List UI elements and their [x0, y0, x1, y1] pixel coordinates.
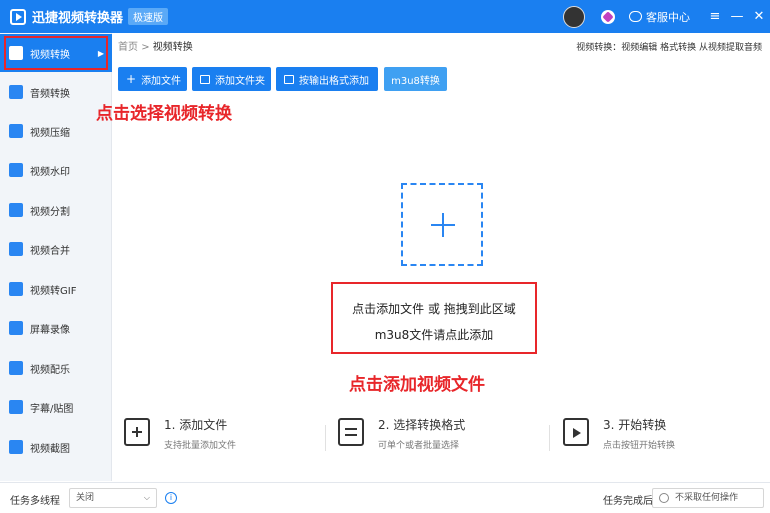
audio-convert-icon	[9, 85, 23, 99]
minimize-button[interactable]: —	[726, 0, 748, 33]
breadcrumb-current: 视频转换	[152, 42, 193, 53]
plus-icon: +	[126, 72, 137, 86]
multithread-label: 任务多线程	[10, 496, 60, 507]
sidebar-item-label: 视频截图	[30, 443, 70, 455]
sidebar-item-label: 视频水印	[30, 166, 70, 178]
clock-icon	[659, 493, 669, 503]
highlight-box-sidebar	[4, 36, 108, 70]
annotation-add-video: 点击添加视频文件	[349, 375, 485, 395]
sidebar-item-label: 屏幕录像	[30, 324, 70, 336]
music-icon	[9, 361, 23, 375]
edition-badge: 极速版	[128, 8, 169, 25]
app-logo-icon	[10, 8, 26, 25]
status-bar: 任务多线程 关闭 ⌵ i 任务完成后 不采取任何操作	[0, 482, 770, 513]
breadcrumb-home[interactable]: 首页	[118, 42, 138, 53]
watermark-icon	[9, 163, 23, 177]
screen-record-icon	[9, 321, 23, 335]
sidebar-item-label: 字幕/贴图	[30, 403, 74, 415]
sidebar-item-music[interactable]: 视频配乐	[0, 349, 112, 387]
drop-hint-line1[interactable]: 点击添加文件 或 拖拽到此区域	[331, 300, 537, 317]
sidebar-item-label: 视频转GIF	[30, 285, 77, 297]
customer-service-link[interactable]: 客服中心	[646, 9, 690, 25]
plus-icon-vertical	[442, 213, 444, 237]
split-icon	[9, 203, 23, 217]
breadcrumb-separator: >	[141, 42, 150, 53]
highlight-box-hint	[331, 282, 537, 354]
folder-icon	[200, 74, 210, 84]
add-folder-label: 添加文件夹	[215, 75, 265, 87]
chevron-down-icon: ⌵	[143, 493, 150, 502]
convert-step-icon	[563, 418, 589, 446]
title-bar: 迅捷视频转换器 极速版 客服中心 ≡ — ✕	[0, 0, 770, 33]
m3u8-convert-label: m3u8转换	[391, 75, 440, 87]
multithread-value: 关闭	[76, 493, 95, 503]
add-file-step-icon	[124, 418, 150, 446]
avatar[interactable]	[563, 5, 585, 28]
sidebar-item-watermark[interactable]: 视频水印	[0, 151, 112, 189]
add-by-format-button[interactable]: 按输出格式添加	[276, 67, 378, 91]
sidebar-item-label: 音频转换	[30, 88, 70, 100]
divider	[549, 425, 550, 451]
sidebar-item-split[interactable]: 视频分割	[0, 191, 112, 229]
add-folder-button[interactable]: 添加文件夹	[192, 67, 271, 91]
add-file-button[interactable]: + 添加文件	[118, 67, 187, 91]
sidebar-item-label: 视频合并	[30, 245, 70, 257]
sidebar-item-screen-record[interactable]: 屏幕录像	[0, 309, 112, 347]
step-desc: 支持批量添加文件	[164, 441, 237, 451]
on-complete-select[interactable]: 不采取任何操作	[652, 488, 764, 508]
format-step-icon	[338, 418, 364, 446]
step-title: 1. 添加文件	[164, 418, 228, 432]
step-title: 2. 选择转换格式	[378, 418, 466, 432]
subtitle-icon	[9, 400, 23, 414]
sidebar-item-screenshot[interactable]: 视频截图	[0, 428, 112, 466]
vip-icon[interactable]	[601, 9, 615, 24]
drop-hint-line2[interactable]: m3u8文件请点此添加	[331, 326, 537, 343]
info-icon[interactable]: i	[165, 492, 177, 504]
app-title: 迅捷视频转换器	[32, 11, 124, 26]
annotation-select-convert: 点击选择视频转换	[96, 104, 232, 124]
merge-icon	[9, 242, 23, 256]
sidebar-item-label: 视频分割	[30, 206, 70, 218]
drop-zone[interactable]	[401, 183, 483, 266]
sidebar-item-gif[interactable]: 视频转GIF	[0, 270, 112, 308]
chat-bubble-icon[interactable]	[629, 11, 642, 22]
list-icon	[284, 74, 294, 84]
breadcrumb: 首页 > 视频转换	[118, 38, 193, 53]
divider	[325, 425, 326, 451]
step-title: 3. 开始转换	[603, 418, 667, 432]
on-complete-label: 任务完成后	[603, 496, 653, 507]
feature-links[interactable]: 视频转换：视频编辑 格式转换 从视频提取音频	[576, 40, 762, 53]
menu-button[interactable]: ≡	[704, 0, 726, 33]
on-complete-value: 不采取任何操作	[675, 493, 739, 503]
step-desc: 点击按钮开始转换	[603, 441, 676, 451]
sidebar-item-subtitle[interactable]: 字幕/贴图	[0, 388, 112, 426]
add-file-label: 添加文件	[141, 75, 182, 87]
multithread-select[interactable]: 关闭 ⌵	[69, 488, 157, 508]
sidebar-item-label: 视频配乐	[30, 364, 70, 376]
m3u8-convert-button[interactable]: m3u8转换	[384, 67, 447, 91]
sidebar-item-label: 视频压缩	[30, 127, 70, 139]
gif-icon	[9, 282, 23, 296]
step-desc: 可单个或者批量选择	[378, 441, 460, 451]
close-button[interactable]: ✕	[748, 0, 770, 33]
add-by-format-label: 按输出格式添加	[299, 75, 369, 87]
compress-icon	[9, 124, 23, 138]
screenshot-icon	[9, 440, 23, 454]
sidebar-item-merge[interactable]: 视频合并	[0, 230, 112, 268]
